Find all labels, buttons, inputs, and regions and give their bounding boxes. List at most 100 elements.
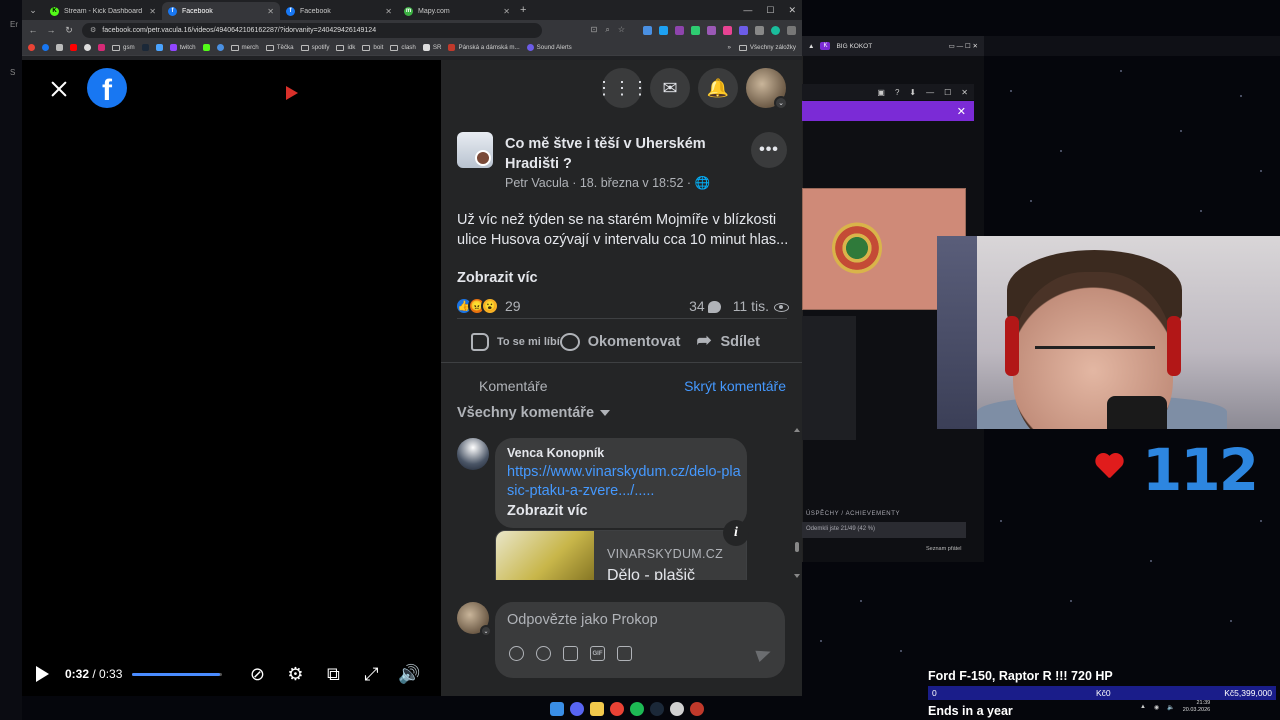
help-icon[interactable]: ? xyxy=(895,88,899,97)
close-window-icon[interactable]: ✕ xyxy=(788,5,796,16)
extensions-puzzle-icon[interactable] xyxy=(755,25,764,35)
extension-icon[interactable] xyxy=(675,25,684,35)
bookmark-twitch[interactable]: twitch xyxy=(169,44,196,51)
minimize-icon[interactable]: — xyxy=(926,88,934,97)
fullscreen-icon[interactable]: ⤢ xyxy=(360,664,382,685)
comment-button[interactable]: Okomentovat xyxy=(559,333,680,351)
facebook-logo-icon[interactable]: f xyxy=(87,68,127,108)
reload-icon[interactable]: ↻ xyxy=(64,25,74,36)
bookmark-idk[interactable]: idk xyxy=(336,44,355,51)
extension-icon[interactable] xyxy=(723,25,732,35)
menu-grid-icon[interactable]: ⋮⋮⋮ xyxy=(595,68,649,108)
install-icon[interactable]: ⊡ xyxy=(591,25,598,35)
like-button[interactable]: To se mi líbí xyxy=(457,333,560,351)
settings-gear-icon[interactable]: ⚙ xyxy=(284,664,306,685)
comment-link[interactable]: https://www.vinarskydum.cz/delo-plasic-p… xyxy=(507,463,742,501)
game-icon[interactable] xyxy=(690,702,704,716)
forward-icon[interactable]: → xyxy=(46,25,56,35)
sticker-icon[interactable] xyxy=(617,646,632,661)
site-info-icon[interactable]: ⚙ xyxy=(90,26,96,34)
bookmark-google[interactable] xyxy=(28,44,35,51)
scroll-down-icon[interactable] xyxy=(794,574,800,578)
post-author[interactable]: Petr Vacula xyxy=(505,176,569,190)
volume-icon[interactable]: 🔊 xyxy=(398,664,420,685)
extension-icon[interactable] xyxy=(739,25,748,35)
account-avatar[interactable]: ⌄ xyxy=(746,68,788,110)
show-more-link[interactable]: Zobrazit víc xyxy=(457,270,538,286)
download-icon[interactable]: ⬇ xyxy=(909,88,916,97)
scroll-up-icon[interactable] xyxy=(794,428,800,432)
bookmark-boit[interactable]: boit xyxy=(362,44,383,51)
tray-icon[interactable]: ▲ xyxy=(1140,704,1146,710)
emoji-icon[interactable] xyxy=(536,646,551,661)
extension-icon[interactable] xyxy=(691,25,700,35)
bookmark-sound-alerts[interactable]: Sound Alerts xyxy=(526,44,572,51)
extension-icon[interactable] xyxy=(707,25,716,35)
play-icon[interactable] xyxy=(36,666,49,682)
omnibox[interactable]: ⚙ facebook.com/petr.vacula.16/videos/494… xyxy=(82,22,542,38)
new-tab-button[interactable]: + xyxy=(520,4,526,16)
discord-icon[interactable] xyxy=(570,702,584,716)
bookmark-fashion[interactable]: Pánská a dámská m... xyxy=(448,44,520,51)
tab-mapy[interactable]: m Mapy.com ✕ xyxy=(398,2,516,20)
reaction-count[interactable]: 29 xyxy=(505,298,521,314)
volume-icon[interactable]: 🔈 xyxy=(1167,704,1174,711)
picture-in-picture-icon[interactable]: ⧉ xyxy=(322,664,344,685)
steam-icon[interactable] xyxy=(650,702,664,716)
video-progress-bar[interactable] xyxy=(132,672,223,676)
info-icon[interactable]: i xyxy=(723,520,749,546)
more-options-button[interactable]: ••• xyxy=(751,132,787,168)
send-icon[interactable] xyxy=(755,645,773,663)
close-tab-icon[interactable]: ✕ xyxy=(267,7,274,16)
file-explorer-icon[interactable] xyxy=(590,702,604,716)
friends-list-button[interactable]: Seznam přátel xyxy=(926,546,961,552)
extension-icon[interactable] xyxy=(643,25,652,35)
avatar-sticker-icon[interactable] xyxy=(509,646,524,661)
bookmark-spotify[interactable]: spotify xyxy=(300,44,329,51)
bookmark-cloud[interactable] xyxy=(155,44,163,51)
bookmark-search[interactable] xyxy=(216,44,224,51)
back-icon[interactable]: ← xyxy=(28,25,38,35)
start-icon[interactable] xyxy=(550,702,564,716)
camera-icon[interactable] xyxy=(563,646,578,661)
bookmark-sr[interactable]: SR xyxy=(422,44,441,51)
wow-reaction-icon[interactable]: 😮 xyxy=(481,297,499,315)
close-tab-icon[interactable]: ✕ xyxy=(503,7,510,16)
scroll-thumb[interactable] xyxy=(795,542,799,552)
bookmark-tecka[interactable]: Těčka xyxy=(265,44,294,51)
bookmark-facebook[interactable] xyxy=(42,44,49,51)
window-controls[interactable]: ▭ — ☐ ✕ xyxy=(949,42,978,50)
bookmark-instagram[interactable] xyxy=(98,44,105,51)
comment-sort-dropdown[interactable]: Všechny komentáře xyxy=(457,405,611,421)
reply-input[interactable] xyxy=(507,612,767,628)
tab-search-button[interactable]: ⌄ xyxy=(22,0,44,20)
share-button[interactable]: Sdílet xyxy=(680,330,780,351)
comment-author-avatar[interactable] xyxy=(457,438,489,470)
network-icon[interactable]: ◉ xyxy=(1154,704,1159,711)
bookmark-star-icon[interactable]: ☆ xyxy=(618,25,625,35)
panel-icon[interactable]: ▣ xyxy=(877,88,885,97)
post-date[interactable]: 18. března v 18:52 xyxy=(580,176,684,190)
bookmarks-overflow-icon[interactable]: » xyxy=(727,44,730,51)
tab-facebook[interactable]: f Facebook ✕ xyxy=(280,2,398,20)
tab-kick-dashboard[interactable]: K Stream - Kick Dashboard ✕ xyxy=(44,2,162,20)
bookmark-youtube[interactable] xyxy=(70,44,77,51)
author-avatar[interactable] xyxy=(457,132,493,168)
close-tab-icon[interactable]: ✕ xyxy=(385,7,392,16)
profile-icon[interactable] xyxy=(771,25,780,35)
minimize-icon[interactable]: — xyxy=(743,5,752,15)
comment-count[interactable]: 34 xyxy=(689,298,721,314)
ccleaner-icon[interactable] xyxy=(670,702,684,716)
zoom-icon[interactable]: ⌕ xyxy=(605,25,609,35)
messenger-icon[interactable]: ✉ xyxy=(650,68,690,108)
chrome-icon[interactable] xyxy=(610,702,624,716)
comment-author[interactable]: Venca Konopník xyxy=(507,446,735,460)
captions-off-icon[interactable]: ⊘ xyxy=(246,664,268,685)
spotify-icon[interactable] xyxy=(630,702,644,716)
bookmark-steam[interactable] xyxy=(141,44,149,51)
video-player[interactable]: f 0:32 / 0:33 ⊘ ⚙ ⧉ ⤢ 🔊 xyxy=(22,60,441,696)
close-video-icon[interactable] xyxy=(48,78,70,100)
system-clock[interactable]: 21:39 20.03.2026 xyxy=(1183,700,1211,714)
maximize-icon[interactable]: ☐ xyxy=(766,5,774,16)
close-icon[interactable]: ✕ xyxy=(961,88,968,97)
